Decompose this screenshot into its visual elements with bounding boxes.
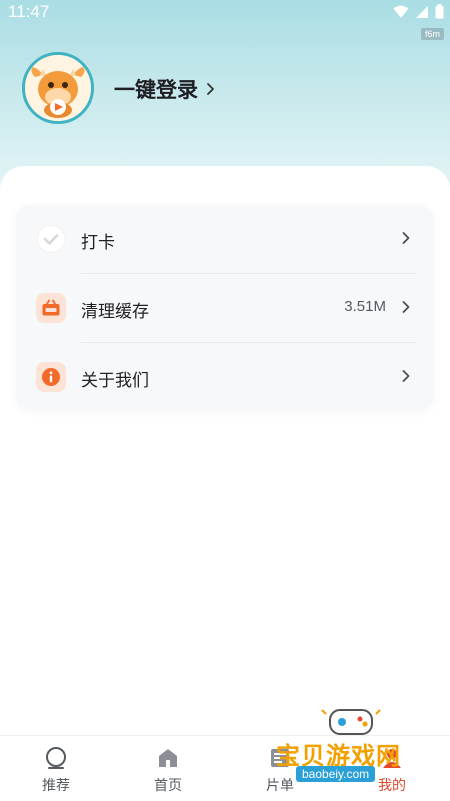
menu-item-checkin[interactable]: 打卡 xyxy=(16,205,434,273)
status-time: 11:47 xyxy=(8,2,50,21)
basket-clean-icon xyxy=(36,293,66,323)
home-icon xyxy=(159,749,177,767)
chevron-right-icon xyxy=(402,301,410,313)
tab-label: 首页 xyxy=(154,777,182,793)
check-circle-icon xyxy=(36,224,66,254)
battery-icon xyxy=(435,4,444,19)
cache-size-value: 3.51M xyxy=(344,298,386,315)
info-icon xyxy=(36,362,66,392)
watermark-url: baobeiy.com xyxy=(296,766,376,782)
wifi-icon xyxy=(393,5,409,18)
status-icons xyxy=(393,4,444,19)
circle-icon xyxy=(46,747,66,769)
menu-item-label: 关于我们 xyxy=(81,371,149,390)
tab-recommend[interactable]: 推荐 xyxy=(0,736,112,801)
login-link[interactable]: 一键登录 xyxy=(114,74,215,104)
menu-item-clear-cache[interactable]: 清理缓存 3.51M xyxy=(16,274,434,342)
tab-label: 推荐 xyxy=(42,777,70,793)
status-bar: 11:47 xyxy=(0,0,450,24)
gamepad-icon xyxy=(321,709,381,735)
watermark: 宝贝游戏网 baobeiy.com xyxy=(272,704,444,796)
cow-mascot-icon xyxy=(25,55,91,121)
signal-icon xyxy=(416,5,428,18)
login-label: 一键登录 xyxy=(114,79,198,102)
menu-item-label: 打卡 xyxy=(81,233,115,252)
tab-home[interactable]: 首页 xyxy=(112,736,224,801)
chevron-right-icon xyxy=(402,370,410,382)
menu-item-label: 清理缓存 xyxy=(81,302,149,321)
app-badge: f6m xyxy=(420,28,444,40)
chevron-right-icon xyxy=(402,232,410,244)
menu-item-about-us[interactable]: 关于我们 xyxy=(16,343,434,411)
avatar[interactable] xyxy=(22,52,94,124)
chevron-right-icon xyxy=(207,83,214,95)
menu-card: 打卡 清理缓存 3.51M 关于我们 xyxy=(16,205,434,410)
